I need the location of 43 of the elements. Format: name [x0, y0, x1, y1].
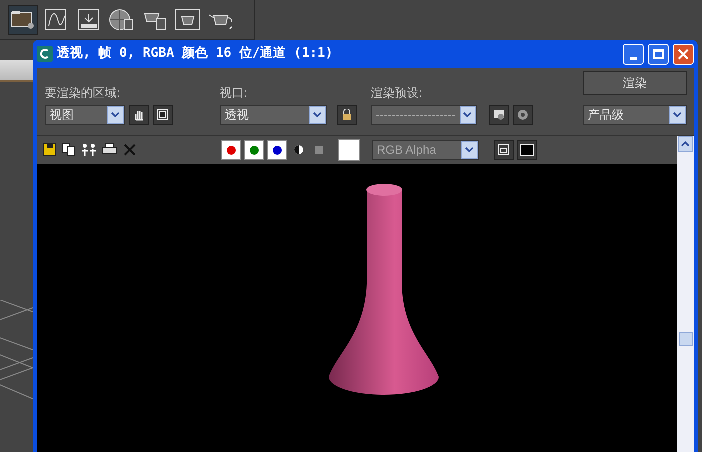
- gear-icon: [517, 109, 529, 121]
- color-swatch[interactable]: [338, 139, 360, 161]
- mono-toggle-icon[interactable]: [315, 146, 323, 154]
- preset-save-button[interactable]: [489, 105, 509, 125]
- lock-icon: [342, 109, 352, 121]
- close-button[interactable]: [673, 44, 694, 64]
- preset-dropdown[interactable]: --------------------: [371, 105, 477, 125]
- viewport-label: 视口:: [220, 85, 248, 102]
- scroll-up-button[interactable]: [678, 136, 693, 152]
- save-icon[interactable]: [43, 143, 57, 157]
- split-view-button[interactable]: [494, 140, 514, 160]
- copy-icon[interactable]: [62, 143, 76, 157]
- region-button[interactable]: [153, 105, 173, 125]
- scroll-thumb[interactable]: [678, 332, 692, 346]
- lock-button[interactable]: [337, 105, 357, 125]
- quality-dropdown[interactable]: 产品级: [583, 105, 687, 125]
- display-channel-dropdown[interactable]: RGB Alpha: [372, 140, 479, 160]
- window-icon: [498, 144, 510, 156]
- print-icon[interactable]: [102, 143, 118, 157]
- curve-graph-icon: [44, 8, 68, 32]
- tab-strip: [0, 60, 34, 82]
- area-label: 要渲染的区域:: [45, 85, 120, 102]
- maximize-button[interactable]: [648, 44, 669, 64]
- close-icon: [678, 48, 689, 60]
- render-button[interactable]: 渲染: [583, 71, 687, 95]
- contrast-icon[interactable]: [294, 145, 304, 155]
- channel-toggle[interactable]: [244, 140, 264, 160]
- hand-icon: [133, 109, 145, 121]
- filled-frame-icon: [520, 144, 534, 156]
- background-toggle-button[interactable]: [517, 140, 537, 160]
- app-logo-icon: [37, 46, 53, 62]
- frame-icon: [157, 109, 169, 121]
- minimize-button[interactable]: [623, 44, 644, 64]
- area-dropdown[interactable]: 视图: [45, 105, 125, 125]
- channel-toggle[interactable]: [221, 140, 241, 160]
- window-title: 透视, 帧 0, RGBA 颜色 16 位/通道 (1:1): [57, 44, 334, 64]
- channel-toggle[interactable]: [267, 140, 287, 160]
- preset-label: 渲染预设:: [371, 85, 422, 102]
- preset-settings-button[interactable]: [513, 105, 533, 125]
- viewport-dropdown[interactable]: 透视: [220, 105, 327, 125]
- hand-button[interactable]: [129, 105, 149, 125]
- people-icon[interactable]: [81, 143, 97, 157]
- toolbar-button[interactable]: [8, 4, 38, 34]
